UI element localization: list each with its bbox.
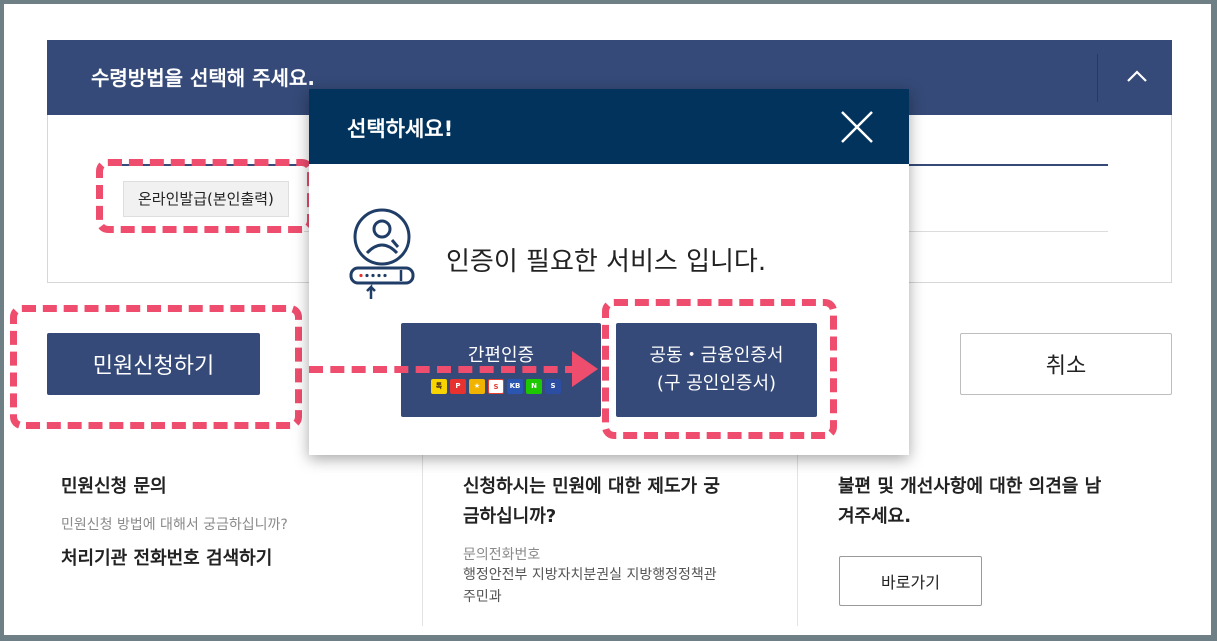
goto-button[interactable]: 바로가기 <box>839 556 982 606</box>
feedback-title-line1: 불편 및 개선사항에 대한 의견을 남 <box>838 476 1102 497</box>
modal-title: 선택하세요! <box>347 117 454 141</box>
cancel-button[interactable]: 취소 <box>960 333 1172 395</box>
kakao-logo-icon: 톡 <box>431 379 447 394</box>
org-line1: 행정안전부 지방자치분권실 지방행정정책관 <box>463 567 717 583</box>
inquiry-title: 민원신청 문의 <box>61 476 167 497</box>
phone-search-link[interactable]: 처리기관 전화번호 검색하기 <box>61 544 272 570</box>
modal-header: 선택하세요! <box>309 89 909 164</box>
highlight-cert-button <box>602 299 837 439</box>
apply-button[interactable]: 민원신청하기 <box>47 333 260 395</box>
inquiry-subtitle: 민원신청 방법에 대해서 궁금하십니까? <box>61 517 288 533</box>
simple-auth-label: 간편인증 <box>467 345 535 366</box>
samsung-pass-logo-icon: S <box>488 379 504 394</box>
provider-logos: 톡 P ★ S KB N S <box>431 379 561 394</box>
chevron-up-icon[interactable] <box>1117 56 1157 96</box>
info-column-feedback: 불편 및 개선사항에 대한 의견을 남 겨주세요. 바로가기 <box>797 446 1172 626</box>
auth-message: 인증이 필요한 서비스 입니다. <box>446 247 767 277</box>
pass-logo-icon: P <box>450 379 466 394</box>
accordion-title: 수령방법을 선택해 주세요. <box>91 66 315 90</box>
phone-label: 문의전화번호 <box>463 547 541 563</box>
org-line2: 주민과 <box>463 589 502 605</box>
highlight-arrow-line <box>309 366 579 373</box>
feedback-title-line2: 겨주세요. <box>838 506 912 527</box>
highlight-online-tab <box>96 159 314 233</box>
kb-logo-icon: KB <box>507 379 523 394</box>
info-column-inquiry: 민원신청 문의 민원신청 방법에 대해서 궁금하십니까? 처리기관 전화번호 검… <box>47 446 422 626</box>
accordion-divider <box>1097 54 1098 102</box>
arrow-right-icon <box>572 351 598 387</box>
system-title-line1: 신청하시는 민원에 대한 제도가 궁 <box>463 476 720 497</box>
naver-logo-icon: N <box>526 379 542 394</box>
system-title-line2: 금하십니까? <box>463 506 557 527</box>
page-frame: 수령방법을 선택해 주세요. 온라인발급(본인출력) 민원신청하기 취소 민원신… <box>4 4 1211 635</box>
user-auth-icon <box>349 207 415 299</box>
info-column-system: 신청하시는 민원에 대한 제도가 궁 금하십니까? 문의전화번호 행정안전부 지… <box>422 446 797 626</box>
close-icon[interactable] <box>839 109 875 145</box>
shinhan-logo-icon: S <box>545 379 561 394</box>
payco-logo-icon: ★ <box>469 379 485 394</box>
